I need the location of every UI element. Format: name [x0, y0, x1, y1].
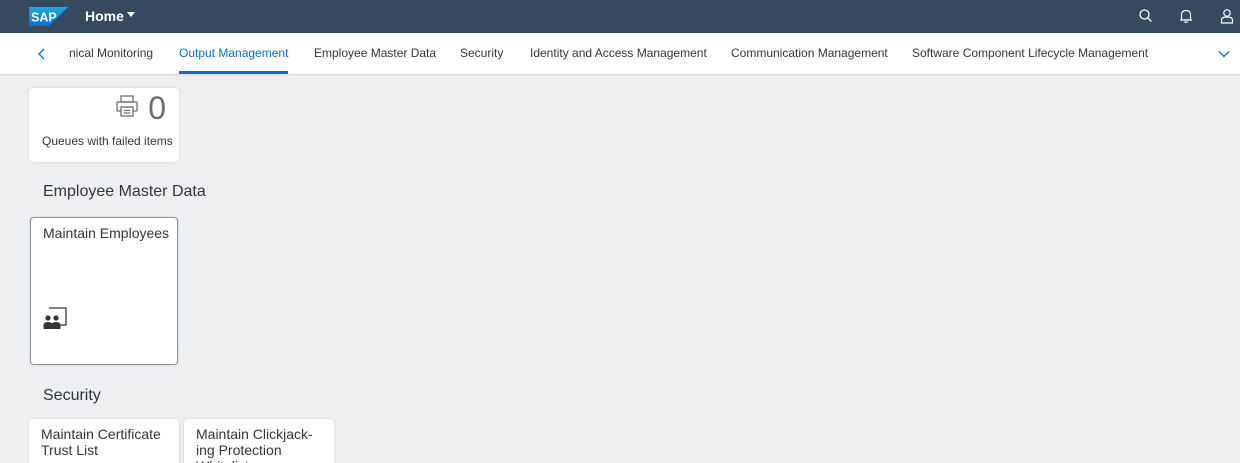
maintain-clickjacking-protection-tile[interactable]: Maintain Clickjack-ing Protection Whitel…	[184, 419, 334, 463]
tile-title: Maintain Employees	[43, 225, 170, 241]
search-icon[interactable]	[1137, 7, 1155, 25]
tab-employee-master-data[interactable]: Employee Master Data	[314, 45, 436, 61]
tab-technical-monitoring[interactable]: nical Monitoring	[69, 45, 153, 61]
tab-communication-management[interactable]: Communication Management	[731, 45, 888, 61]
chevron-down-icon[interactable]	[1218, 48, 1230, 60]
sap-logo[interactable]: SAP	[29, 7, 68, 26]
tab-software-component-lifecycle[interactable]: Software Component Lifecycle Management	[912, 45, 1148, 61]
anchor-navigation-bar: nical Monitoring Output Management Emplo…	[0, 33, 1240, 74]
section-title-employee-master-data: Employee Master Data	[43, 183, 206, 200]
caret-down-icon[interactable]	[127, 12, 135, 17]
svg-text:SAP: SAP	[31, 11, 57, 25]
queues-failed-items-tile[interactable]: 0 Queues with failed items	[29, 88, 179, 162]
maintain-employees-tile[interactable]: Maintain Employees	[30, 217, 178, 365]
queue-count: 0	[148, 90, 166, 126]
section-title-security: Security	[43, 387, 101, 404]
tab-identity-access-management[interactable]: Identity and Access Management	[530, 45, 707, 61]
printer-icon	[116, 95, 138, 117]
maintain-certificate-trust-list-tile[interactable]: Maintain Certificate Trust List	[29, 419, 179, 463]
shell-bar: SAP Home	[0, 0, 1240, 33]
chevron-left-icon[interactable]	[36, 47, 48, 61]
queue-label: Queues with failed items	[42, 134, 173, 148]
home-title[interactable]: Home	[85, 7, 124, 25]
tile-title: Maintain Certificate Trust List	[41, 426, 161, 458]
tab-output-management[interactable]: Output Management	[179, 45, 288, 61]
employees-icon	[43, 307, 67, 329]
tile-title: Maintain Clickjack-ing Protection Whitel…	[196, 426, 313, 463]
active-tab-indicator	[179, 71, 288, 74]
user-icon[interactable]	[1218, 7, 1236, 25]
bell-icon[interactable]	[1177, 7, 1195, 25]
tab-security[interactable]: Security	[460, 45, 503, 61]
